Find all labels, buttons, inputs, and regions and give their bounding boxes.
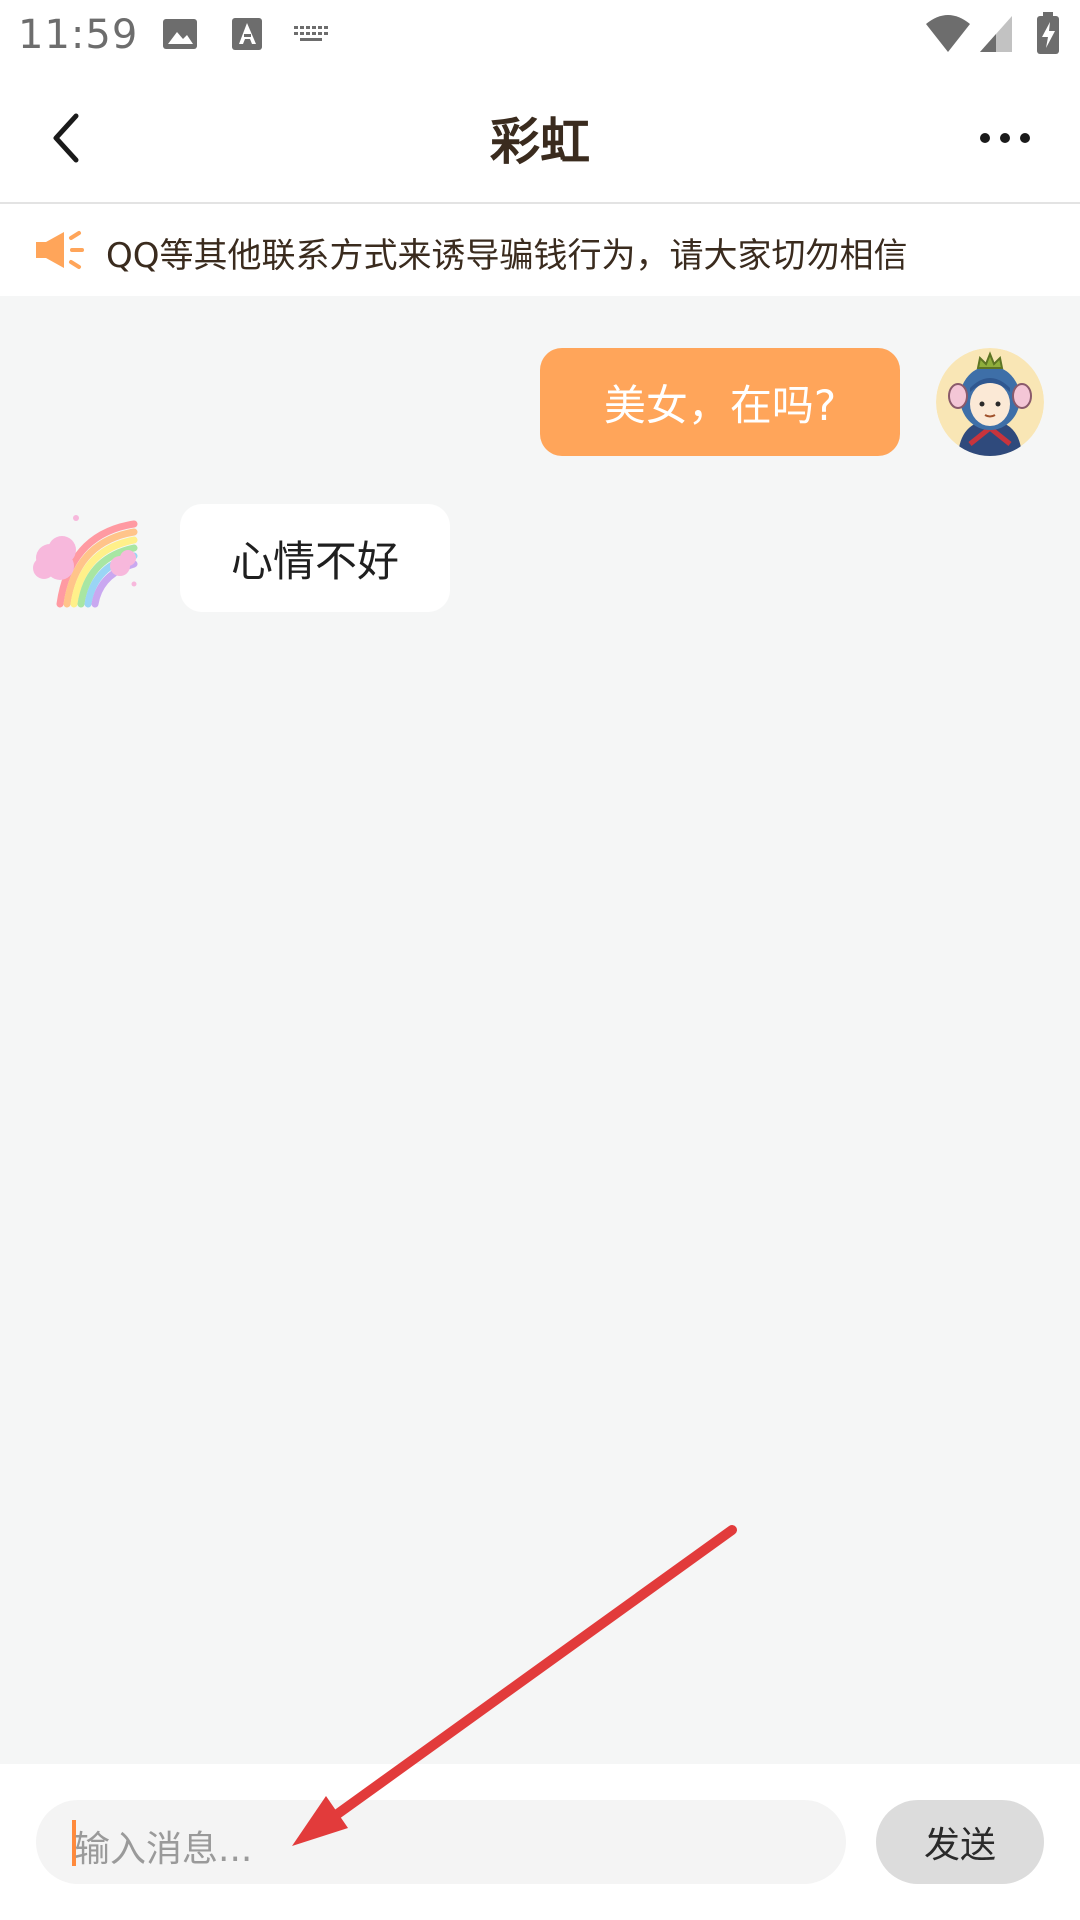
speaker-icon	[34, 228, 86, 276]
keyboard-notification-icon	[290, 14, 334, 58]
chat-screen: 11:59 彩虹 QQ等其他联系方式来诱导骗钱行为，请大家切勿相信 美女，在吗?…	[0, 0, 1080, 1920]
user-avatar[interactable]	[936, 348, 1044, 456]
cartoon-girl-avatar-icon	[936, 348, 1044, 456]
battery-charging-icon	[1034, 10, 1062, 60]
page-title: 彩虹	[490, 113, 590, 171]
gallery-notification-icon	[160, 14, 200, 58]
status-time: 11:59	[18, 12, 139, 58]
rainbow-avatar-icon	[33, 515, 138, 608]
notice-text: QQ等其他联系方式来诱导骗钱行为，请大家切勿相信	[106, 236, 908, 276]
message-text: 美女，在吗?	[603, 380, 837, 430]
chat-header: 彩虹	[0, 72, 1080, 204]
more-options-button[interactable]	[970, 116, 1040, 160]
incoming-message-bubble[interactable]: 心情不好	[180, 504, 450, 612]
wifi-icon	[924, 12, 972, 60]
outgoing-message-bubble[interactable]: 美女，在吗?	[540, 348, 900, 456]
contact-avatar[interactable]	[30, 504, 138, 612]
message-text: 心情不好	[230, 536, 399, 586]
message-input-placeholder: 输入消息...	[74, 1829, 253, 1870]
cellular-signal-icon	[978, 12, 1014, 60]
notice-banner: QQ等其他联系方式来诱导骗钱行为，请大家切勿相信	[0, 204, 1080, 296]
text-notification-icon	[228, 14, 268, 58]
more-dots-icon	[980, 133, 1030, 143]
status-bar: 11:59	[0, 0, 1080, 72]
message-list[interactable]: 美女，在吗? 心情不好	[0, 296, 1080, 1764]
message-input-bar: 输入消息... 发送	[0, 1764, 1080, 1920]
send-button[interactable]: 发送	[876, 1800, 1044, 1884]
